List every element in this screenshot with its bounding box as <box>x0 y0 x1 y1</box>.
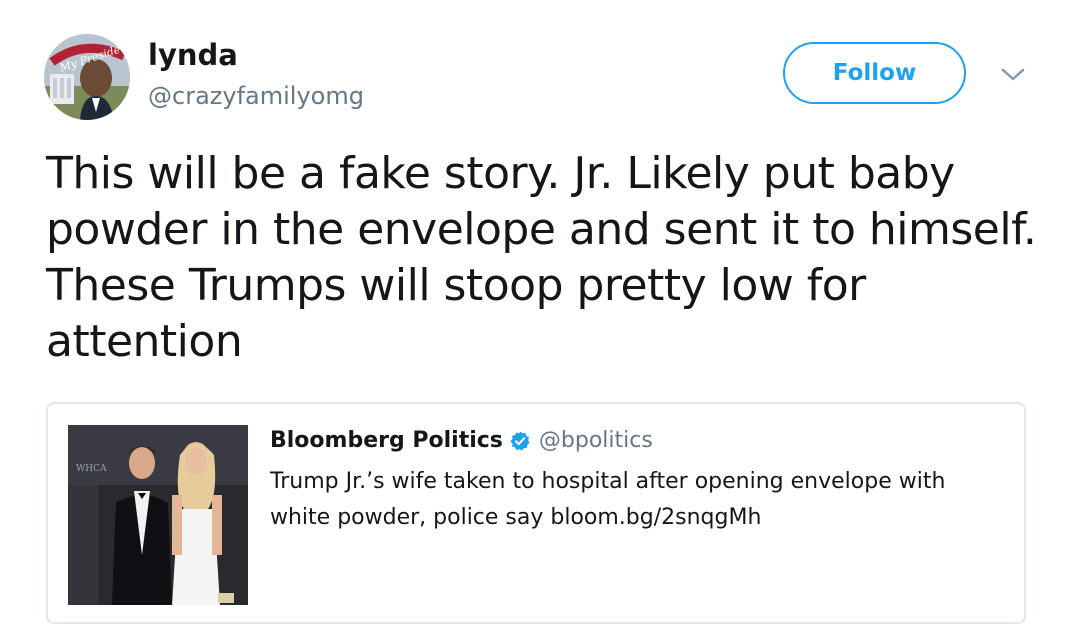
author-display-name[interactable]: lynda <box>148 38 238 72</box>
tweet-card: My President lynda @crazyfamilyomg Follo… <box>0 0 1082 642</box>
author-handle[interactable]: @crazyfamilyomg <box>148 82 364 110</box>
quoted-display-name[interactable]: Bloomberg Politics <box>270 428 503 453</box>
quoted-tweet-thumbnail[interactable]: WHCA <box>68 425 248 605</box>
avatar-image: My President <box>44 34 130 120</box>
verified-badge-icon <box>510 430 530 451</box>
tweet-text: This will be a fake story. Jr. Likely pu… <box>46 148 1037 367</box>
quoted-tweet-text: Trump Jr.’s wife taken to hospital after… <box>270 469 946 530</box>
quoted-handle[interactable]: @bpolitics <box>539 428 653 453</box>
quoted-tweet-card[interactable]: WHCA Bloomberg Politics @bpolitics Trump… <box>46 402 1026 624</box>
thumbnail-backdrop-text: WHCA <box>76 464 107 474</box>
quoted-tweet-header: Bloomberg Politics @bpolitics <box>270 428 653 453</box>
avatar[interactable]: My President <box>44 34 130 120</box>
chevron-down-icon[interactable] <box>999 64 1027 84</box>
thumbnail-image: WHCA <box>68 425 248 605</box>
follow-button[interactable]: Follow <box>783 42 966 104</box>
